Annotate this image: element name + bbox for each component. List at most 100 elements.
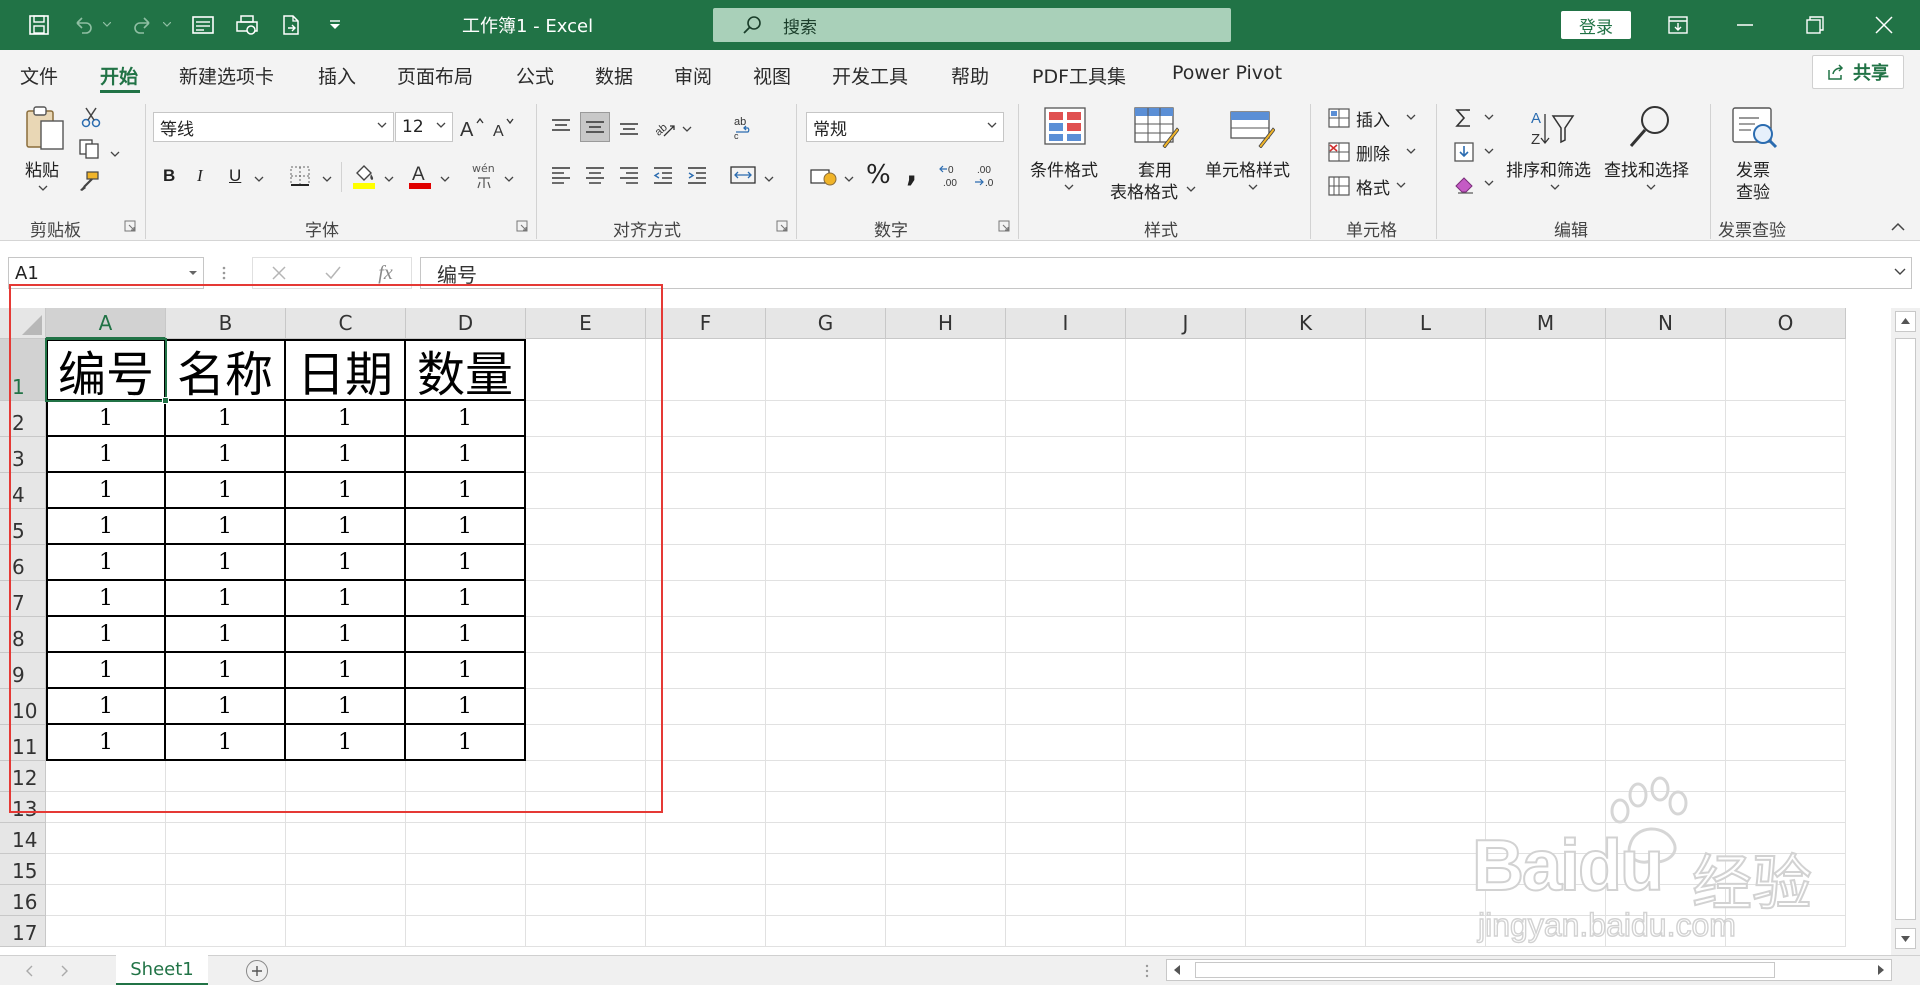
find-select-dropdown-icon[interactable]	[1646, 184, 1656, 192]
empty-cell[interactable]	[1126, 509, 1246, 545]
empty-cell[interactable]	[1486, 725, 1606, 761]
prev-sheet-icon[interactable]	[26, 965, 34, 977]
empty-cell[interactable]	[406, 916, 526, 947]
empty-cell[interactable]	[1246, 581, 1366, 617]
conditional-formatting-icon[interactable]	[1042, 106, 1088, 146]
empty-cell[interactable]	[1006, 653, 1126, 689]
export-pdf-icon[interactable]	[276, 11, 306, 39]
empty-cell[interactable]	[766, 792, 886, 823]
row-header-17[interactable]: 17	[0, 916, 46, 947]
empty-cell[interactable]	[166, 885, 286, 916]
restore-icon[interactable]	[1797, 7, 1833, 43]
wrap-text-icon[interactable]: ab c	[730, 112, 758, 142]
empty-cell[interactable]	[1126, 653, 1246, 689]
empty-cell[interactable]	[1126, 916, 1246, 947]
empty-cell[interactable]	[886, 581, 1006, 617]
scroll-up-icon[interactable]	[1895, 311, 1916, 332]
empty-cell[interactable]	[1246, 916, 1366, 947]
empty-cell[interactable]	[286, 885, 406, 916]
clipboard-launcher-icon[interactable]	[124, 220, 136, 232]
empty-cell[interactable]	[886, 617, 1006, 653]
fill-color-dropdown-icon[interactable]	[384, 176, 394, 184]
empty-cell[interactable]	[1006, 916, 1126, 947]
top-align-icon[interactable]	[548, 114, 574, 140]
horizontal-scrollbar[interactable]	[1166, 959, 1892, 981]
empty-cell[interactable]	[766, 473, 886, 509]
empty-cell[interactable]	[1726, 545, 1846, 581]
column-header-o[interactable]: O	[1726, 308, 1846, 339]
tab-pdf-tools[interactable]: PDF工具集	[1032, 62, 1126, 89]
empty-cell[interactable]	[766, 916, 886, 947]
empty-cell[interactable]	[886, 689, 1006, 725]
column-header-l[interactable]: L	[1366, 308, 1486, 339]
empty-cell[interactable]	[1726, 653, 1846, 689]
empty-cell[interactable]	[166, 916, 286, 947]
empty-cell[interactable]	[406, 885, 526, 916]
empty-cell[interactable]	[766, 437, 886, 473]
empty-cell[interactable]	[646, 473, 766, 509]
decrease-decimal-icon[interactable]: .00.0	[972, 162, 1002, 190]
empty-cell[interactable]	[1606, 689, 1726, 725]
drag-handle-icon[interactable]	[222, 264, 226, 282]
empty-cell[interactable]	[1126, 854, 1246, 885]
empty-cell[interactable]	[526, 854, 646, 885]
delete-cells-dropdown-icon[interactable]	[1406, 148, 1416, 156]
empty-cell[interactable]	[1126, 885, 1246, 916]
empty-cell[interactable]	[886, 761, 1006, 792]
decrease-indent-icon[interactable]	[650, 162, 676, 188]
borders-icon[interactable]	[286, 162, 314, 190]
empty-cell[interactable]	[886, 437, 1006, 473]
column-header-f[interactable]: F	[646, 308, 766, 339]
undo-icon[interactable]	[68, 11, 98, 39]
empty-cell[interactable]	[1006, 823, 1126, 854]
next-sheet-icon[interactable]	[60, 965, 68, 977]
conditional-formatting-dropdown-icon[interactable]	[1064, 184, 1074, 192]
decrease-font-size-icon[interactable]: A	[490, 112, 518, 142]
empty-cell[interactable]	[646, 653, 766, 689]
orientation-dropdown-icon[interactable]	[682, 126, 692, 134]
empty-cell[interactable]	[1606, 401, 1726, 437]
customize-toolbar-icon[interactable]	[320, 11, 350, 39]
italic-button[interactable]: I	[197, 166, 203, 186]
empty-cell[interactable]	[646, 581, 766, 617]
empty-cell[interactable]	[886, 339, 1006, 401]
empty-cell[interactable]	[646, 545, 766, 581]
comma-style-button[interactable]: ,	[906, 154, 917, 189]
underline-dropdown-icon[interactable]	[254, 176, 264, 184]
column-header-k[interactable]: K	[1246, 308, 1366, 339]
empty-cell[interactable]	[1486, 545, 1606, 581]
column-header-i[interactable]: I	[1006, 308, 1126, 339]
empty-cell[interactable]	[646, 885, 766, 916]
clear-icon[interactable]	[1450, 170, 1478, 198]
format-cells-icon[interactable]	[1326, 174, 1352, 198]
empty-cell[interactable]	[1726, 339, 1846, 401]
find-select-icon[interactable]	[1624, 104, 1674, 150]
align-right-icon[interactable]	[616, 162, 642, 188]
empty-cell[interactable]	[1486, 509, 1606, 545]
empty-cell[interactable]	[1366, 339, 1486, 401]
empty-cell[interactable]	[286, 854, 406, 885]
sheet-tab-sheet1[interactable]: Sheet1	[116, 955, 208, 985]
empty-cell[interactable]	[1006, 761, 1126, 792]
empty-cell[interactable]	[886, 509, 1006, 545]
empty-cell[interactable]	[766, 509, 886, 545]
paste-dropdown-icon[interactable]	[38, 185, 48, 193]
increase-font-size-icon[interactable]: A	[458, 112, 486, 142]
empty-cell[interactable]	[646, 761, 766, 792]
empty-cell[interactable]	[1246, 854, 1366, 885]
empty-cell[interactable]	[1366, 689, 1486, 725]
empty-cell[interactable]	[766, 885, 886, 916]
empty-cell[interactable]	[1006, 437, 1126, 473]
empty-cell[interactable]	[1366, 725, 1486, 761]
empty-cell[interactable]	[1486, 437, 1606, 473]
empty-cell[interactable]	[1366, 617, 1486, 653]
empty-cell[interactable]	[166, 854, 286, 885]
empty-cell[interactable]	[1366, 916, 1486, 947]
empty-cell[interactable]	[766, 545, 886, 581]
empty-cell[interactable]	[1366, 761, 1486, 792]
align-left-icon[interactable]	[548, 162, 574, 188]
empty-cell[interactable]	[1246, 339, 1366, 401]
empty-cell[interactable]	[886, 823, 1006, 854]
empty-cell[interactable]	[1726, 509, 1846, 545]
empty-cell[interactable]	[1006, 509, 1126, 545]
